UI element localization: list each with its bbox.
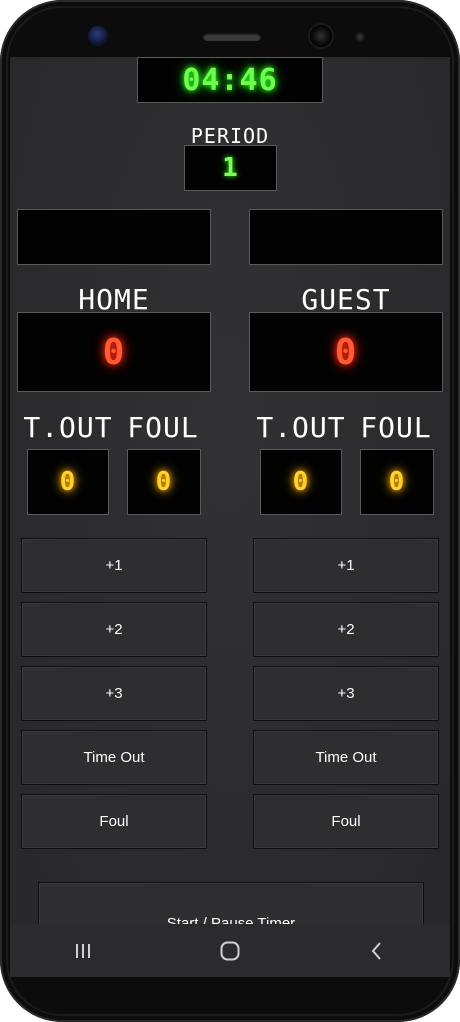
front-camera-icon [88,26,108,46]
guest-foul-button[interactable]: Foul [253,794,439,849]
back-icon [371,941,381,960]
home-plus3-button[interactable]: +3 [21,666,207,721]
guest-team-name-box[interactable] [249,209,443,265]
system-navigation-bar [10,924,450,977]
guest-fouls: 0 [388,467,406,497]
period-value: 1 [222,153,239,183]
recent-apps-button[interactable] [53,931,113,971]
home-foul-label: FOUL [127,411,199,444]
phone-frame: 04:46 PERIOD 1 HOME GUEST 0 0 T.OUT FOUL… [0,0,460,1022]
home-timeouts-display: 0 [27,449,109,515]
guest-plus1-button[interactable]: +1 [253,538,439,593]
home-score: 0 [102,331,126,373]
guest-score-display: 0 [249,312,443,392]
home-icon [220,941,240,960]
home-fouls-display: 0 [127,449,201,515]
home-score-display: 0 [17,312,211,392]
guest-plus3-button[interactable]: +3 [253,666,439,721]
sensor-icon [354,31,366,43]
home-timeouts: 0 [59,467,77,497]
guest-timeout-button[interactable]: Time Out [253,730,439,785]
game-timer-display: 04:46 [137,57,323,103]
sensor-icon [310,25,332,47]
recent-apps-icon [76,943,91,958]
home-plus2-button[interactable]: +2 [21,602,207,657]
home-fouls: 0 [155,467,173,497]
home-plus1-button[interactable]: +1 [21,538,207,593]
guest-plus2-button[interactable]: +2 [253,602,439,657]
game-timer: 04:46 [182,62,278,98]
home-timeout-button[interactable]: Time Out [21,730,207,785]
home-foul-button[interactable]: Foul [21,794,207,849]
home-team-name-box[interactable] [17,209,211,265]
app-screen: 04:46 PERIOD 1 HOME GUEST 0 0 T.OUT FOUL… [10,57,450,977]
guest-timeouts: 0 [292,467,310,497]
home-timeout-label: T.OUT [23,411,113,444]
guest-foul-label: FOUL [360,411,432,444]
back-button[interactable] [347,931,407,971]
home-button[interactable] [200,931,260,971]
guest-timeout-label: T.OUT [256,411,346,444]
guest-score: 0 [334,331,358,373]
guest-timeouts-display: 0 [260,449,342,515]
earpiece-speaker [203,33,261,41]
period-display: 1 [184,145,277,191]
guest-fouls-display: 0 [360,449,434,515]
